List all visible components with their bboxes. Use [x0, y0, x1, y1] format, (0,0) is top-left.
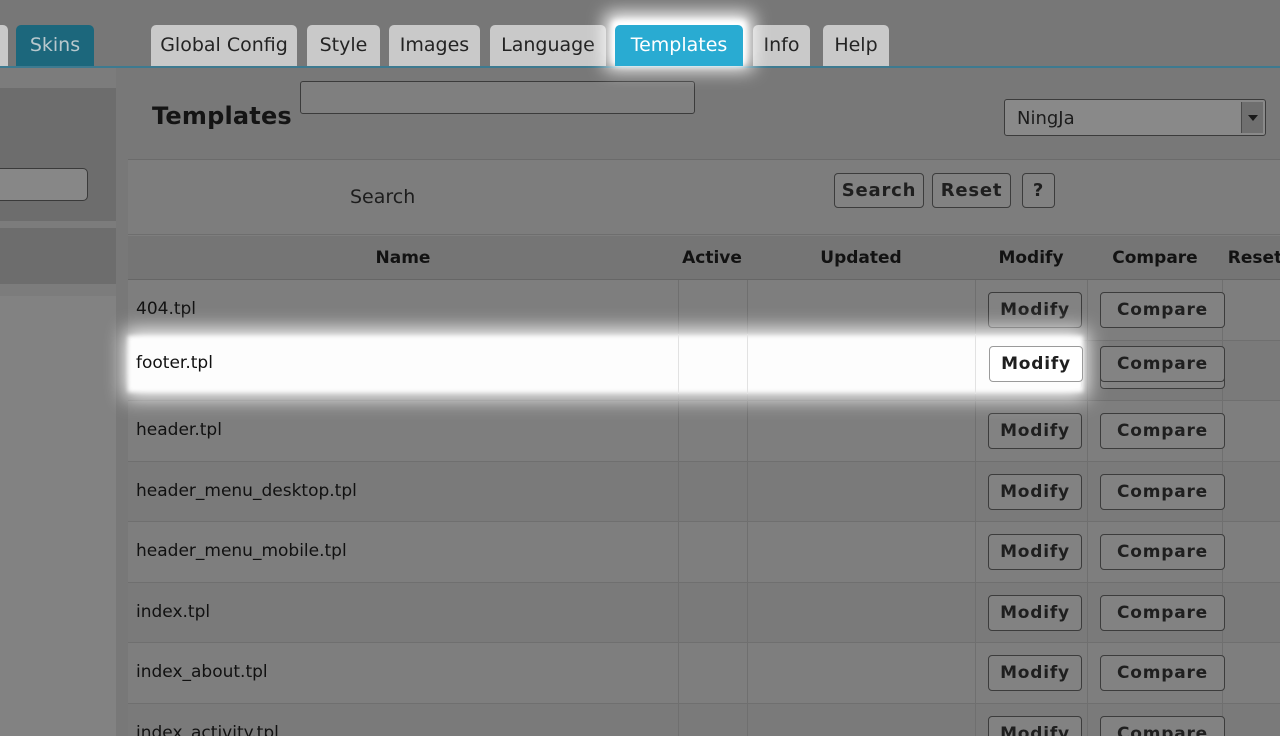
column-divider [975, 703, 976, 736]
column-header-reset[interactable]: Reset [1195, 248, 1280, 268]
column-divider [1087, 461, 1088, 521]
templates-table: Name Active Updated Modify Compare Reset 404.… [128, 236, 1280, 736]
column-divider [678, 461, 679, 521]
column-divider [747, 522, 748, 582]
compare-button[interactable]: Compare [1100, 715, 1225, 736]
column-divider [747, 280, 748, 340]
column-divider [678, 334, 679, 394]
table-row-name: 404.tpl [136, 299, 197, 319]
compare-button[interactable]: Compare [1100, 292, 1225, 328]
table-row[interactable]: index_about.tpl Modify Compare [128, 643, 1280, 704]
modify-button[interactable]: Modify [988, 473, 1082, 510]
table-row[interactable]: 404.tpl Modify Compare [128, 280, 1280, 341]
column-header-name[interactable]: Name [343, 248, 463, 268]
search-label: Search [350, 186, 416, 208]
reset-button[interactable]: Reset [932, 173, 1011, 208]
table-row-name: index.tpl [136, 601, 211, 622]
compare-button-highlighted-row[interactable]: Compare [1100, 346, 1225, 382]
main-content: Templates NingJa Search Name Active Update… [128, 68, 1280, 736]
sidebar-input-box[interactable] [0, 168, 88, 201]
table-row[interactable]: index_activity.tpl Modify Compare [128, 703, 1280, 736]
compare-button[interactable]: Compare [1100, 473, 1225, 510]
tab-style[interactable]: Style [307, 25, 380, 66]
modify-button[interactable]: Modify [988, 413, 1082, 449]
compare-button[interactable]: Compare [1100, 534, 1225, 570]
column-divider [975, 582, 976, 642]
column-divider [975, 401, 976, 461]
table-row-name: footer.tpl [136, 353, 213, 373]
table-row[interactable]: header_menu_desktop.tpl Modify Compare [128, 461, 1280, 522]
column-divider [747, 703, 748, 736]
column-divider [975, 522, 976, 582]
skin-select-value: NingJa [1017, 108, 1075, 129]
tab-info[interactable]: Info [753, 25, 810, 66]
sidebar-panel-top [0, 88, 116, 168]
column-divider [678, 280, 679, 340]
column-divider [1087, 340, 1088, 400]
modify-button[interactable]: Modify [988, 594, 1082, 631]
tab-images[interactable]: Images [389, 25, 480, 66]
tab-templates-highlighted[interactable]: Templates [615, 25, 743, 66]
column-divider [747, 334, 748, 394]
compare-button[interactable]: Compare [1100, 655, 1225, 691]
column-divider [1087, 703, 1088, 736]
tab-partial-left[interactable] [0, 25, 8, 66]
column-divider [975, 461, 976, 521]
column-divider [1087, 401, 1088, 461]
column-divider [975, 334, 976, 394]
column-divider [747, 643, 748, 703]
table-row-name: header.tpl [136, 420, 222, 440]
tab-global-config[interactable]: Global Config [151, 25, 297, 66]
column-divider [975, 643, 976, 703]
modify-button[interactable]: Modify [988, 292, 1082, 328]
left-sidebar [0, 68, 116, 736]
column-divider [747, 582, 748, 642]
column-divider [678, 643, 679, 703]
chevron-down-icon [1241, 102, 1263, 133]
table-row-name: header_menu_mobile.tpl [136, 541, 347, 561]
search-button[interactable]: Search [834, 173, 924, 208]
column-divider [1087, 280, 1088, 340]
sidebar-panel-bottom [0, 296, 116, 736]
column-header-active[interactable]: Active [652, 248, 772, 268]
column-divider [678, 582, 679, 642]
modify-button[interactable]: Modify [988, 655, 1082, 691]
search-bar: Search [128, 160, 1280, 235]
column-divider [678, 522, 679, 582]
column-divider [1087, 643, 1088, 703]
column-divider [1087, 522, 1088, 582]
modify-button[interactable]: Modify [988, 715, 1082, 736]
table-row-name: index_about.tpl [136, 662, 268, 682]
help-button[interactable]: ? [1022, 173, 1055, 208]
search-input[interactable] [300, 81, 695, 114]
sidebar-panel-mid [0, 228, 116, 284]
page-title: Templates [152, 102, 292, 130]
column-header-updated[interactable]: Updated [801, 248, 921, 268]
compare-button[interactable]: Compare [1100, 594, 1225, 631]
column-divider [1087, 582, 1088, 642]
table-row[interactable]: header.tpl Modify Compare [128, 401, 1280, 462]
table-row-name: header_menu_desktop.tpl [136, 480, 357, 501]
column-divider [747, 461, 748, 521]
table-row[interactable]: index.tpl Modify Compare [128, 582, 1280, 643]
tab-language[interactable]: Language [490, 25, 606, 66]
tab-skins[interactable]: Skins [16, 25, 94, 66]
sidebar-gutter [116, 68, 128, 736]
column-header-modify[interactable]: Modify [971, 248, 1091, 268]
app-screen: SkinsGlobal ConfigStyleImagesLanguageTem… [0, 0, 1280, 736]
column-divider [678, 703, 679, 736]
tab-help[interactable]: Help [823, 25, 889, 66]
skin-select[interactable]: NingJa [1004, 99, 1266, 136]
table-row-name: index_activity.tpl [136, 722, 279, 736]
column-divider [678, 401, 679, 461]
table-row[interactable]: header_menu_mobile.tpl Modify Compare [128, 522, 1280, 583]
column-divider [975, 280, 976, 340]
column-divider [747, 401, 748, 461]
modify-button[interactable]: Modify [988, 534, 1082, 570]
compare-button[interactable]: Compare [1100, 413, 1225, 449]
table-row-highlighted[interactable]: footer.tpl Modify [128, 334, 1085, 394]
modify-button-highlighted[interactable]: Modify [989, 346, 1083, 382]
table-header-row: Name Active Updated Modify Compare Reset [128, 236, 1280, 280]
